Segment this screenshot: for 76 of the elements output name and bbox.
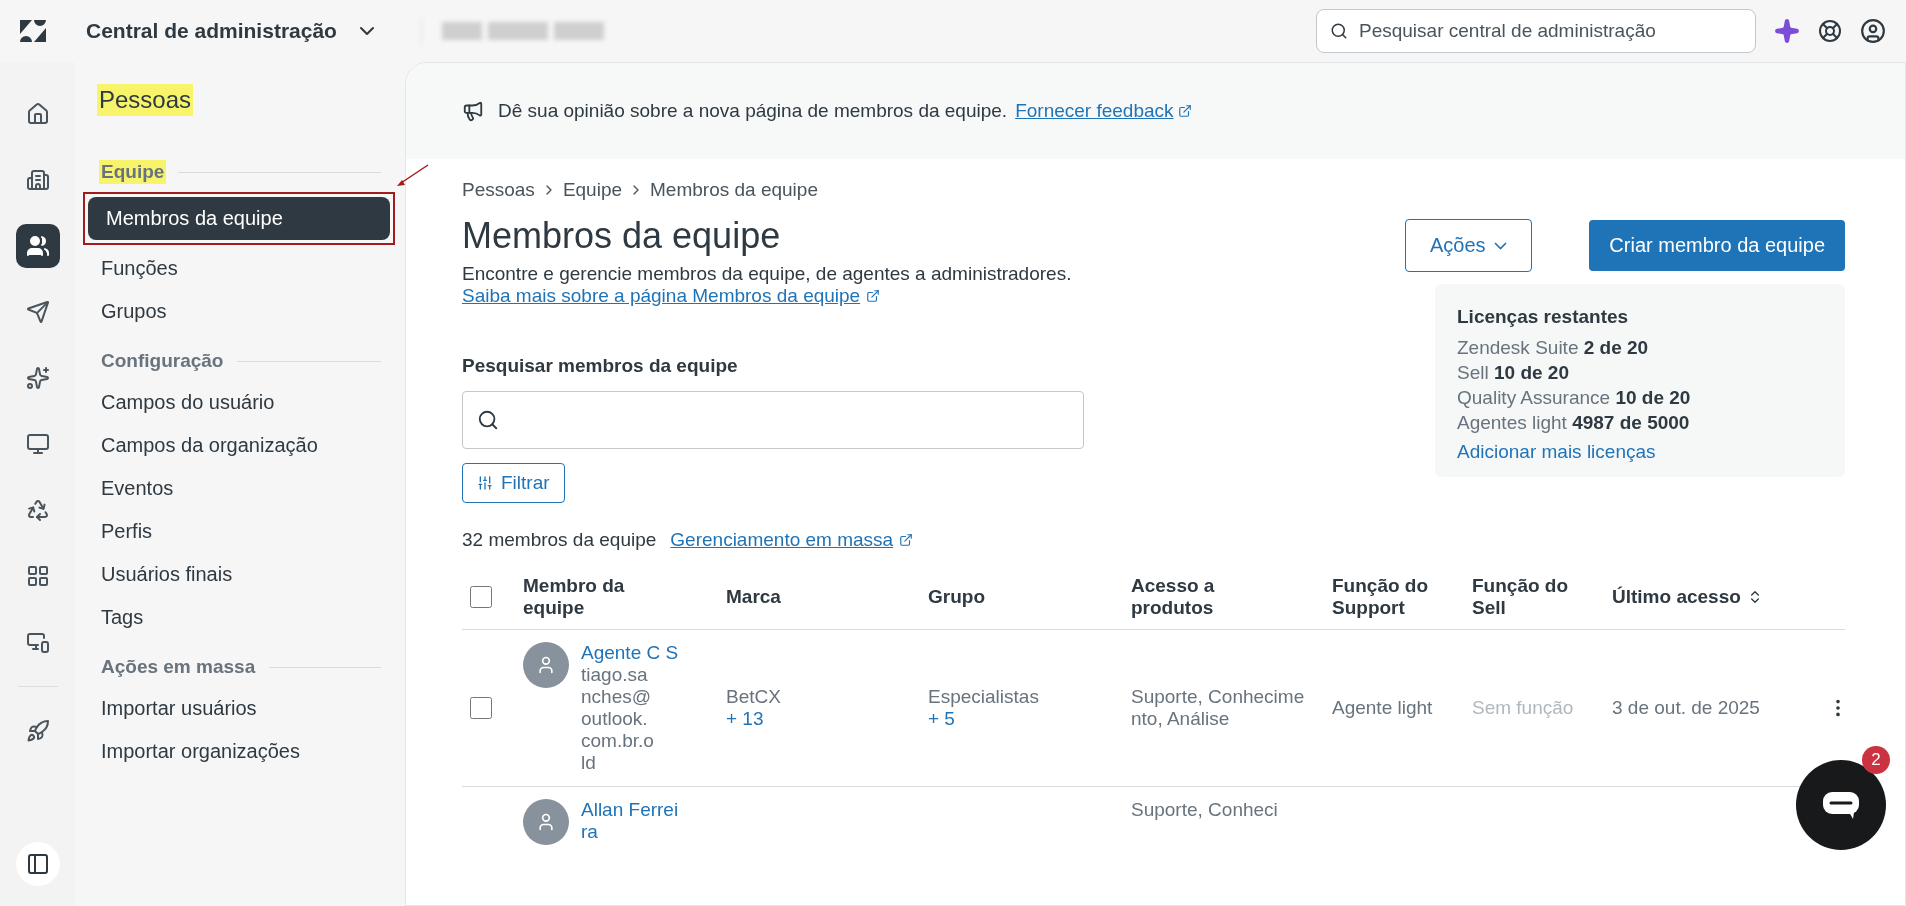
column-header: Função do Sell (1472, 574, 1570, 620)
avatar-icon (523, 799, 569, 845)
nav-item[interactable]: Importar usuários (83, 687, 395, 730)
product-access-cell-text: Suporte, Conheci (1131, 798, 1279, 821)
last-access-cell-text: 3 de out. de 2025 (1612, 697, 1761, 719)
member-name-link[interactable]: Allan Ferreira (581, 799, 681, 843)
panel-toggle-icon[interactable] (15, 842, 60, 886)
nav-item[interactable]: Importar organizações (83, 730, 395, 773)
support-role-cell-text: Agente light (1332, 697, 1434, 719)
bulk-management-link[interactable]: Gerenciamento em massa (670, 529, 894, 551)
megaphone-icon (462, 100, 484, 122)
actions-button[interactable]: Ações (1405, 219, 1532, 272)
nav-item[interactable]: Membros da equipe (88, 197, 390, 240)
license-row-text: Sell 10 de 20 (1457, 362, 1570, 384)
breadcrumb-item: Membros da equipe (650, 179, 818, 201)
external-link-icon (866, 289, 881, 303)
add-licenses-link[interactable]: Adicionar mais licenças (1457, 441, 1823, 463)
row-checkbox[interactable] (470, 697, 492, 719)
sidebar-heading: Pessoas (97, 84, 194, 116)
page-title: Membros da equipe (462, 215, 782, 257)
search-field[interactable] (462, 391, 1084, 449)
nav-item[interactable]: Tags (83, 596, 395, 639)
nav-item[interactable]: Campos da organização (83, 424, 395, 467)
chat-icon (1821, 790, 1861, 820)
product-access-cell-text: Suporte, Conhecimento, Análise (1131, 686, 1306, 730)
nav-item[interactable]: Funções (83, 247, 395, 290)
app-title: Central de administração (86, 19, 337, 43)
section-title: Equipe (99, 160, 167, 184)
external-link-icon (899, 533, 914, 547)
nav-item[interactable]: Eventos (83, 467, 395, 510)
search-field[interactable]: Pesquisar central de administração (1316, 9, 1756, 53)
search-icon (1330, 22, 1348, 40)
sliders-icon (477, 475, 493, 491)
logo-icon[interactable] (20, 20, 46, 42)
license-row-text: Quality Assurance 10 de 20 (1457, 387, 1692, 409)
member-count: 32 membros da equipe (462, 529, 657, 551)
lifebuoy-icon[interactable] (1818, 19, 1842, 43)
external-link-icon (1177, 104, 1192, 118)
column-header: Função do Support (1332, 574, 1430, 620)
column-header[interactable]: Último acesso (1612, 576, 1812, 618)
filter-button[interactable]: Filtrar (462, 463, 565, 503)
breadcrumb-item[interactable]: Pessoas (462, 179, 535, 201)
member-email: tiago.sanches@outlook.com.br.old (581, 664, 655, 774)
search-label: Pesquisar membros da equipe (462, 355, 739, 377)
create-member-button[interactable]: Criar membro da equipe (1589, 220, 1845, 271)
brand-cell-text: BetCX (726, 686, 782, 708)
select-all-checkbox[interactable] (470, 586, 492, 608)
nav-item[interactable]: Campos do usuário (83, 381, 395, 424)
group-cell-text: Especialistas (928, 686, 1040, 708)
nav-item[interactable]: Usuários finais (83, 553, 395, 596)
search-icon (477, 409, 499, 431)
page-description: Encontre e gerencie membros da equipe, de agentes a administradores. (462, 263, 1073, 285)
license-row-text: Zendesk Suite 2 de 20 (1457, 337, 1650, 359)
sparkle-icon[interactable] (1774, 18, 1800, 44)
column-header: Marca (726, 585, 782, 609)
column-header: Grupo (928, 585, 986, 609)
sell-role-cell-text: Sem função (1472, 697, 1575, 719)
breadcrumb-item[interactable]: Equipe (562, 179, 623, 201)
avatar-icon (523, 642, 569, 688)
section-title: Ações em massa (100, 655, 257, 679)
people-icon[interactable] (15, 224, 60, 268)
section-title: Configuração (100, 349, 225, 373)
nav-item[interactable]: Grupos (83, 290, 395, 333)
licenses-title: Licenças restantes (1457, 306, 1630, 328)
banner-text: Dê sua opinião sobre a nova página de membros da equipe. (498, 100, 1008, 122)
license-row-text: Agentes light 4987 de 5000 (1457, 412, 1691, 434)
feedback-link[interactable]: Fornecer feedback (1015, 100, 1174, 122)
member-name-link[interactable]: Agente C S (581, 642, 681, 664)
column-header: Acesso a produtos (1131, 574, 1216, 620)
learn-more-link[interactable]: Saiba mais sobre a página Membros da equipe (462, 285, 861, 307)
user-avatar-icon[interactable] (1860, 18, 1886, 44)
chevron-down-icon (1493, 241, 1507, 250)
column-header: Membro da equipe (523, 574, 626, 620)
more-brands-link[interactable]: + 13 (726, 708, 928, 730)
more-groups-link[interactable]: + 5 (928, 708, 1131, 730)
nav-item[interactable]: Perfis (83, 510, 395, 553)
